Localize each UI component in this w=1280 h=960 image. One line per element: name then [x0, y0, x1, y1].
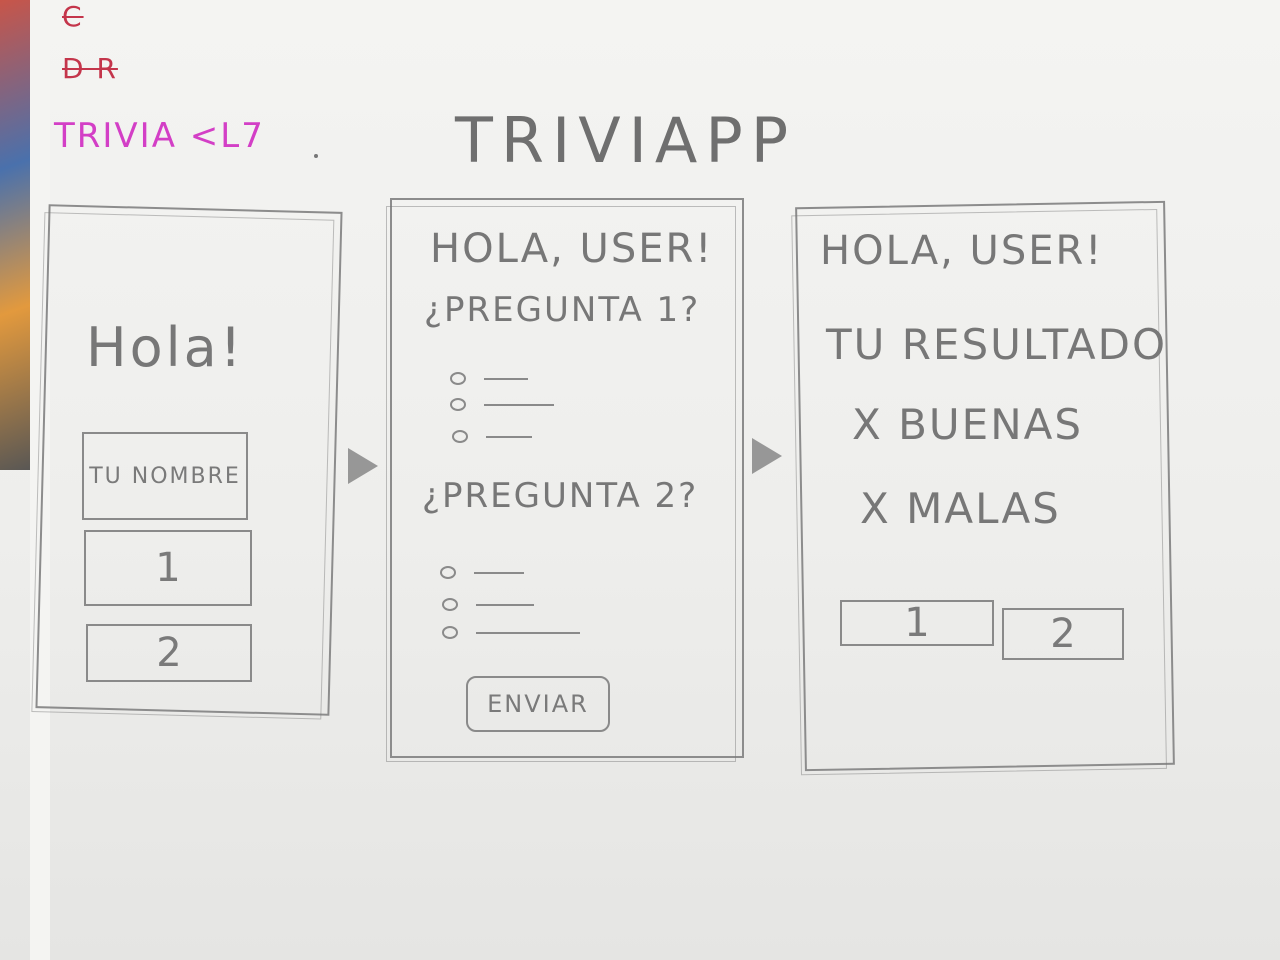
option-line [484, 377, 528, 380]
crossed-out-note-2: D R [62, 52, 118, 85]
submit-button[interactable]: ENVIAR [466, 676, 610, 732]
question-1: ¿PREGUNTA 1? [424, 290, 701, 330]
option-line [474, 571, 524, 574]
radio-icon [442, 598, 458, 611]
crossed-out-note-1: C [62, 0, 84, 33]
option-line [476, 631, 580, 634]
screen-3-button-2[interactable]: 2 [1002, 608, 1124, 660]
radio-icon [450, 398, 466, 411]
q1-option-1[interactable] [450, 372, 528, 385]
radio-icon [450, 372, 466, 385]
q2-option-2[interactable] [442, 598, 534, 611]
screen-3-button-1[interactable]: 1 [840, 600, 994, 646]
screen-1-button-1[interactable]: 1 [84, 530, 252, 606]
name-input[interactable]: TU NOMBRE [82, 432, 248, 520]
option-line [484, 403, 554, 406]
option-line [476, 603, 534, 606]
screen-1-greeting: Hola! [86, 316, 245, 379]
arrow-icon [348, 448, 378, 484]
radio-icon [452, 430, 468, 443]
q2-option-1[interactable] [440, 566, 524, 579]
option-line [486, 435, 532, 438]
bad-answers: X MALAS [860, 484, 1061, 533]
q2-option-3[interactable] [442, 626, 580, 639]
screen-3-greeting: HOLA, USER! [820, 228, 1104, 274]
radio-icon [440, 566, 456, 579]
question-2: ¿PREGUNTA 2? [422, 476, 699, 516]
screen-2-greeting: HOLA, USER! [430, 226, 714, 272]
radio-icon [442, 626, 458, 639]
q1-option-3[interactable] [452, 430, 532, 443]
pencil-dot [314, 154, 318, 158]
good-answers: X BUENAS [852, 400, 1084, 449]
trivia-note: TRIVIA <L7 [54, 116, 265, 156]
app-title: TRIVIAPP [455, 104, 797, 177]
arrow-icon [752, 438, 782, 474]
result-title: TU RESULTADO [826, 320, 1168, 369]
screen-1-button-2[interactable]: 2 [86, 624, 252, 682]
q1-option-2[interactable] [450, 398, 554, 411]
